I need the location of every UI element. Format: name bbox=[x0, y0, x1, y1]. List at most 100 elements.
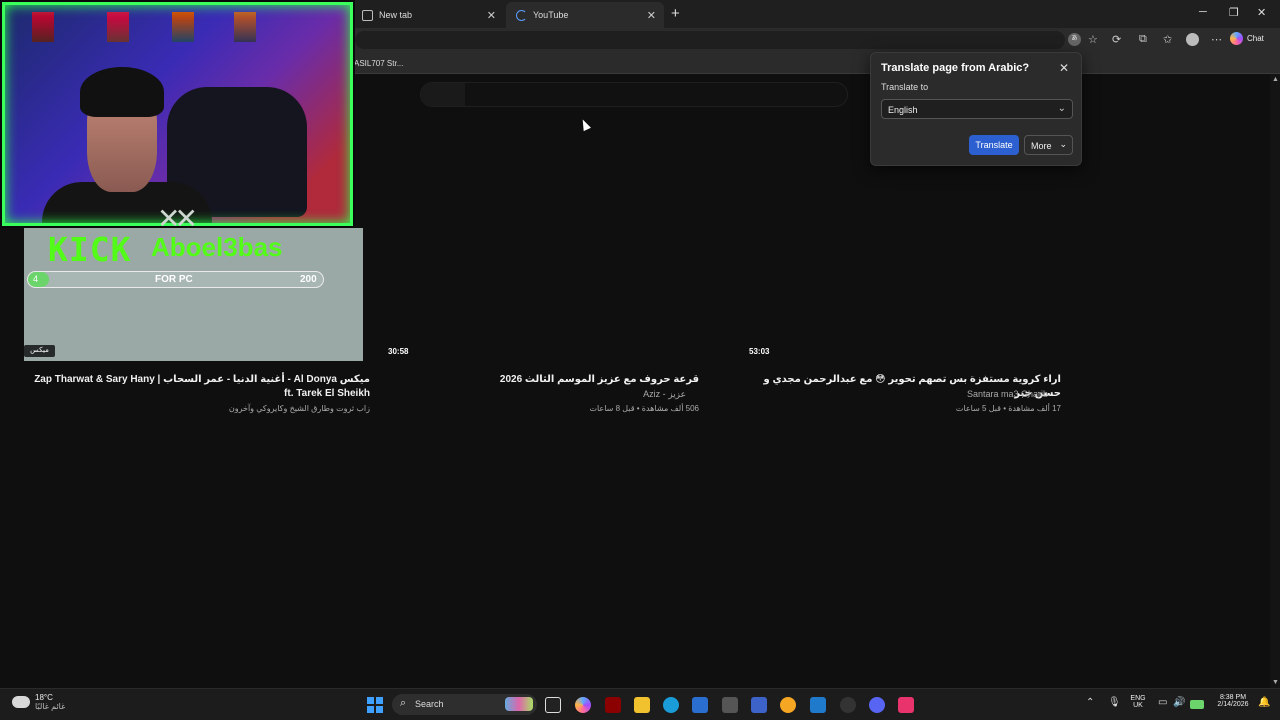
scroll-down-icon[interactable]: ▼ bbox=[1272, 679, 1279, 686]
kick-logo: KICK bbox=[48, 230, 132, 269]
weather-temp: 18°C bbox=[35, 693, 53, 702]
windows-logo-tile bbox=[376, 697, 383, 704]
more-menu-icon[interactable]: ⋯ bbox=[1211, 33, 1222, 46]
vscode-icon[interactable] bbox=[810, 697, 826, 713]
video-duration: 30:58 bbox=[388, 347, 409, 356]
bookmark-item[interactable]: ASIL707 Str... bbox=[354, 59, 403, 68]
video-meta: 506 ألف مشاهدة • قبل 8 ساعات bbox=[589, 404, 699, 413]
selected-language: English bbox=[888, 105, 918, 115]
tab-youtube[interactable]: YouTube ✕ bbox=[506, 2, 664, 28]
favorites-icon[interactable]: ✩ bbox=[1163, 33, 1172, 46]
search-highlight-icon bbox=[505, 697, 533, 711]
restore-icon[interactable]: ❐ bbox=[1229, 6, 1239, 19]
streamer-name: Aboel3bas bbox=[151, 232, 283, 262]
more-button[interactable]: More ⌄ bbox=[1024, 135, 1073, 155]
video-thumbnail-2[interactable] bbox=[386, 165, 724, 361]
file-explorer-icon[interactable] bbox=[634, 697, 650, 713]
windows-logo-tile bbox=[367, 706, 374, 713]
close-tab-icon[interactable]: ✕ bbox=[487, 9, 496, 22]
close-icon[interactable]: ✕ bbox=[1059, 61, 1069, 75]
video-channel[interactable]: Santara ma3 Gharib bbox=[748, 389, 1048, 399]
x-logo-icon: ✕✕ bbox=[157, 203, 198, 228]
video-title[interactable]: قرعة حروف مع عزيز الموسم الثالث 2026 bbox=[386, 373, 699, 387]
translate-popup-title: Translate page from Arabic? bbox=[881, 62, 1030, 74]
page-icon bbox=[362, 9, 373, 21]
store-icon[interactable] bbox=[692, 697, 708, 713]
region-code: UK bbox=[1133, 702, 1143, 709]
address-bar[interactable] bbox=[355, 31, 1065, 49]
weather-condition: غائم غالبًا bbox=[35, 702, 66, 711]
chevron-down-icon: ⌄ bbox=[1059, 139, 1067, 149]
video-meta: 17 ألف مشاهدة • قبل 5 ساعات bbox=[955, 404, 1061, 413]
search-icon: ⌕ bbox=[400, 697, 407, 709]
translate-icon[interactable]: あ bbox=[1068, 33, 1081, 46]
language-indicator[interactable]: ENG UK bbox=[1128, 695, 1148, 709]
chat-label: Chat bbox=[1247, 34, 1264, 43]
translate-button[interactable]: Translate bbox=[969, 135, 1019, 155]
cloud-icon bbox=[12, 696, 30, 708]
search-left-segment bbox=[421, 83, 465, 106]
notification-bell-icon[interactable]: 🔔 bbox=[1258, 697, 1270, 708]
neon-frame bbox=[2, 2, 353, 226]
video-thumbnail-3[interactable] bbox=[748, 165, 1086, 361]
youtube-search-box[interactable] bbox=[420, 82, 848, 107]
mouse-cursor-icon bbox=[579, 117, 591, 132]
mix-badge: ميكس bbox=[24, 345, 55, 357]
tab-title: New tab bbox=[379, 10, 413, 20]
windows-logo-tile bbox=[367, 697, 374, 704]
start-button[interactable] bbox=[367, 697, 383, 713]
extensions-icon[interactable]: ⧉ bbox=[1139, 33, 1147, 46]
screen: New tab ✕ YouTube ✕ + ─ ❐ ✕ あ ☆ ⟳ ⧉ ✩ ⋯ … bbox=[0, 0, 1280, 720]
chat-button[interactable]: Chat bbox=[1230, 32, 1264, 45]
close-window-icon[interactable]: ✕ bbox=[1257, 6, 1266, 19]
translate-to-label: Translate to bbox=[881, 82, 929, 92]
battery-icon[interactable] bbox=[1190, 700, 1204, 709]
video-channel[interactable]: Aziz - عزيز bbox=[386, 389, 686, 400]
video-title[interactable]: ميكس Al Donya - أغنية الدنيا - عمر السحا… bbox=[24, 373, 370, 401]
chrome-icon[interactable] bbox=[780, 697, 796, 713]
profile-avatar[interactable] bbox=[1186, 33, 1199, 46]
clock-time: 8:38 PM bbox=[1219, 694, 1247, 701]
lang-code: ENG bbox=[1130, 695, 1146, 702]
goal-progress-fill bbox=[28, 272, 49, 287]
language-select[interactable]: English ⌄ bbox=[881, 99, 1073, 119]
refresh-icon[interactable]: ⟳ bbox=[1112, 33, 1121, 46]
page-scrollbar[interactable]: ▲ ▼ bbox=[1270, 74, 1280, 688]
webcam-overlay: ✕✕ bbox=[0, 0, 355, 228]
task-view-icon[interactable] bbox=[545, 697, 561, 713]
loading-icon bbox=[516, 9, 527, 21]
illustrator-icon[interactable] bbox=[605, 697, 621, 713]
clock[interactable]: 8:38 PM 2/14/2026 bbox=[1212, 694, 1254, 708]
scroll-up-icon[interactable]: ▲ bbox=[1272, 76, 1279, 83]
clock-date: 2/14/2026 bbox=[1217, 701, 1249, 708]
copilot-app-icon[interactable] bbox=[575, 697, 591, 713]
goal-label: FOR PC bbox=[155, 274, 193, 285]
obs-icon[interactable] bbox=[840, 697, 856, 713]
chevron-up-icon[interactable]: ⌃ bbox=[1086, 697, 1094, 708]
tiktok-icon[interactable] bbox=[898, 697, 914, 713]
taskbar-search-label: Search bbox=[415, 699, 444, 709]
close-tab-icon[interactable]: ✕ bbox=[647, 9, 656, 22]
network-icon[interactable]: ▭ bbox=[1158, 697, 1167, 708]
favorite-star-icon[interactable]: ☆ bbox=[1088, 33, 1098, 46]
minimize-icon[interactable]: ─ bbox=[1199, 6, 1207, 18]
goal-end-value: 200 bbox=[300, 274, 317, 285]
taskbar-search[interactable]: ⌕ Search bbox=[392, 694, 537, 715]
chevron-down-icon: ⌄ bbox=[1057, 103, 1066, 114]
tab-new-tab[interactable]: New tab ✕ bbox=[352, 2, 504, 28]
app-icon[interactable] bbox=[722, 697, 738, 713]
more-label: More bbox=[1031, 141, 1052, 151]
new-tab-button[interactable]: + bbox=[671, 5, 680, 22]
microphone-icon[interactable]: 🎙 bbox=[1108, 697, 1121, 708]
tab-title: YouTube bbox=[533, 10, 569, 20]
volume-icon[interactable]: 🔊 bbox=[1173, 697, 1185, 708]
pen-app-icon[interactable] bbox=[751, 697, 767, 713]
goal-start-value: 4 bbox=[33, 274, 39, 284]
translate-popup: Translate page from Arabic? ✕ Translate … bbox=[870, 52, 1082, 166]
video-meta: زاب ثروت وطارق الشيخ وكايروكي وآخرون bbox=[228, 404, 370, 413]
weather-widget[interactable]: 18°C غائم غالبًا bbox=[12, 693, 65, 711]
discord-icon[interactable] bbox=[869, 697, 885, 713]
edge-browser-icon[interactable] bbox=[663, 697, 679, 713]
video-duration: 53:03 bbox=[749, 347, 770, 356]
windows-logo-tile bbox=[376, 706, 383, 713]
